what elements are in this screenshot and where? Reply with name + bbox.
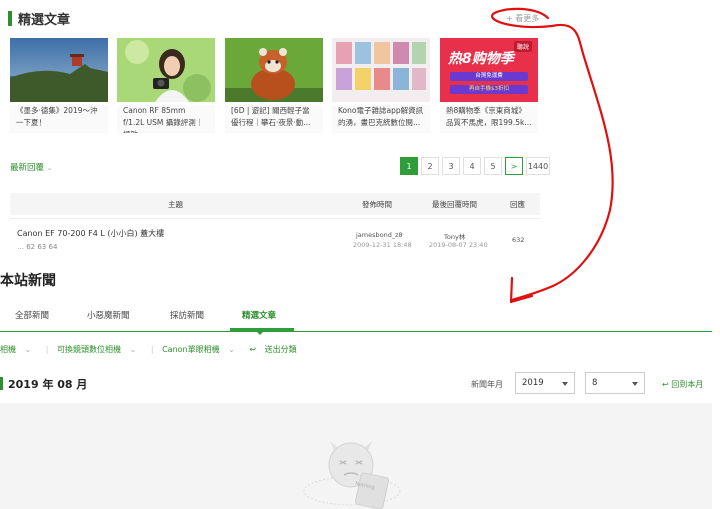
card-thumbnail[interactable]: 聽說 热8购物季 台灣免運費 再自手機$3折扣 [440, 38, 538, 102]
year-select-value: 2019 [522, 378, 544, 388]
empty-state: Nothing [0, 403, 712, 509]
topic-link[interactable]: Canon EF 70-200 F4 L (小小白) 蓋大樓 [17, 228, 164, 239]
back-to-this-month-label: 回到本月 [671, 380, 704, 389]
card-caption[interactable]: Canon RF 85mm f/1.2L USM 攝錄評測｜極致... [117, 105, 215, 133]
card-promo-title: 热8购物季 [448, 51, 514, 67]
title-accent-bar [8, 11, 12, 26]
header-topic: 主題 [168, 200, 183, 209]
featured-card[interactable]: Canon RF 85mm f/1.2L USM 攝錄評測｜極致... [117, 38, 215, 133]
featured-card[interactable]: 聽說 热8购物季 台灣免運費 再自手機$3折扣 熱8購物季《京東商城》品質不馬虎… [440, 38, 538, 133]
next-page-button[interactable]: > [505, 157, 523, 175]
filter-canon-slr-label: Canon單眼相機 [162, 345, 220, 354]
card-promo-button: 再自手機$3折扣 [450, 85, 528, 94]
last-page-button[interactable]: 1440 [526, 157, 550, 175]
card-caption[interactable]: [6D | 遊記] 關西輕子當優行程｜攀石‧夜景‧動... [225, 105, 323, 133]
reply-count: 632 [512, 236, 525, 244]
category-filters: 相機 ⌄ | 可換鏡頭數位相機 ⌄ | Canon單眼相機 ⌄ ↩ 送出分類 [0, 344, 309, 355]
caret-down-icon [632, 382, 638, 386]
filter-interchangeable-lens[interactable]: 可換鏡頭數位相機 ⌄ [57, 345, 142, 354]
active-tab-caret [256, 331, 264, 335]
chevron-down-icon: ⌄ [129, 345, 137, 354]
chevron-down-icon: ⌄ [24, 345, 32, 354]
author-link[interactable]: jamesbond_z8 [356, 231, 403, 239]
filter-interchangeable-lens-label: 可換鏡頭數位相機 [57, 345, 122, 354]
tab-little-devil-news[interactable]: 小惡魔新聞 [87, 309, 130, 321]
topic-page-links[interactable]: … 62 63 64 [17, 243, 57, 251]
filter-canon-slr[interactable]: Canon單眼相機 ⌄ [162, 345, 241, 354]
month-select-value: 8 [592, 378, 598, 388]
featured-card[interactable]: 《墨多·德集》2019〜沖一下夏！ [10, 38, 108, 133]
divider: | [45, 345, 49, 354]
year-select[interactable]: 2019 [515, 372, 575, 394]
tab-all-news[interactable]: 全部新聞 [15, 309, 49, 321]
card-badge: 聽說 [513, 41, 532, 52]
table-header: 主題 發佈時間 最後回覆時間 回應 [10, 193, 540, 215]
chevron-down-icon: ⌄ [46, 164, 53, 172]
featured-panel: 精選文章 + 看更多 《墨多·德集》2019〜沖一下夏！ Canon RF 85… [0, 0, 550, 267]
tab-interview-news[interactable]: 採訪新聞 [170, 309, 204, 321]
header-last-reply: 最後回覆時間 [432, 200, 477, 209]
date-label: 新聞年月 [471, 380, 503, 389]
featured-title: 精選文章 [18, 13, 71, 28]
month-title: 2019 年 08 月 [8, 378, 88, 391]
last-reply-time: 2019-08-07 23:40 [429, 241, 488, 249]
exit-category-label: 送出分類 [264, 345, 297, 354]
card-caption[interactable]: 《墨多·德集》2019〜沖一下夏！ [10, 105, 108, 133]
latest-reply-dropdown[interactable]: 最新回覆 ⌄ [10, 161, 53, 173]
post-time: 2009-12-31 18:48 [353, 241, 412, 249]
chevron-down-icon: ⌄ [228, 345, 235, 354]
card-caption[interactable]: 熱8購物季《京東商城》品質不馬虎，限199.5k... [440, 105, 538, 133]
last-reply-user-link[interactable]: Tony林 [444, 231, 465, 241]
filter-camera-label: 相機 [0, 345, 16, 354]
header-replies: 回應 [510, 200, 525, 209]
card-thumbnail[interactable] [117, 38, 215, 102]
back-to-this-month-link[interactable]: ↩ 回到本月 [662, 379, 703, 390]
empty-devil-icon [303, 441, 401, 509]
table-row[interactable]: Canon EF 70-200 F4 L (小小白) 蓋大樓 … 62 63 6… [10, 218, 540, 264]
news-tabs: 全部新聞 小惡魔新聞 採訪新聞 精選文章 [0, 300, 712, 332]
page-button[interactable]: 1 [400, 157, 418, 175]
featured-card[interactable]: Kono電子雜誌app解資訊的湧，畫巴克統數位閱... [332, 38, 430, 133]
latest-reply-label: 最新回覆 [10, 163, 45, 173]
return-arrow-icon: ↩ [662, 380, 669, 389]
month-accent-bar [0, 377, 3, 390]
card-thumbnail[interactable] [225, 38, 323, 102]
featured-card[interactable]: [6D | 遊記] 關西輕子當優行程｜攀石‧夜景‧動... [225, 38, 323, 133]
filter-camera[interactable]: 相機 ⌄ [0, 345, 37, 354]
card-caption[interactable]: Kono電子雜誌app解資訊的湧，畫巴克統數位閱... [332, 105, 430, 133]
divider: | [150, 345, 154, 354]
page-button[interactable]: 3 [442, 157, 460, 175]
caret-down-icon [562, 382, 568, 386]
page-button[interactable]: 4 [463, 157, 481, 175]
exit-category-link[interactable]: ↩ 送出分類 [249, 345, 302, 354]
return-arrow-icon: ↩ [249, 345, 257, 354]
page-title: 本站新聞 [0, 273, 56, 289]
page-button[interactable]: 2 [421, 157, 439, 175]
card-thumbnail[interactable] [10, 38, 108, 102]
month-select[interactable]: 8 [585, 372, 645, 394]
card-thumbnail[interactable] [332, 38, 430, 102]
card-promo-button: 台灣免運費 [450, 72, 528, 81]
tab-featured-articles[interactable]: 精選文章 [242, 309, 276, 321]
page-button[interactable]: 5 [484, 157, 502, 175]
header-posted: 發佈時間 [362, 200, 392, 209]
pagination: 1 2 3 4 5 > 1440 [400, 157, 553, 175]
see-more-link[interactable]: + 看更多 [506, 13, 539, 24]
